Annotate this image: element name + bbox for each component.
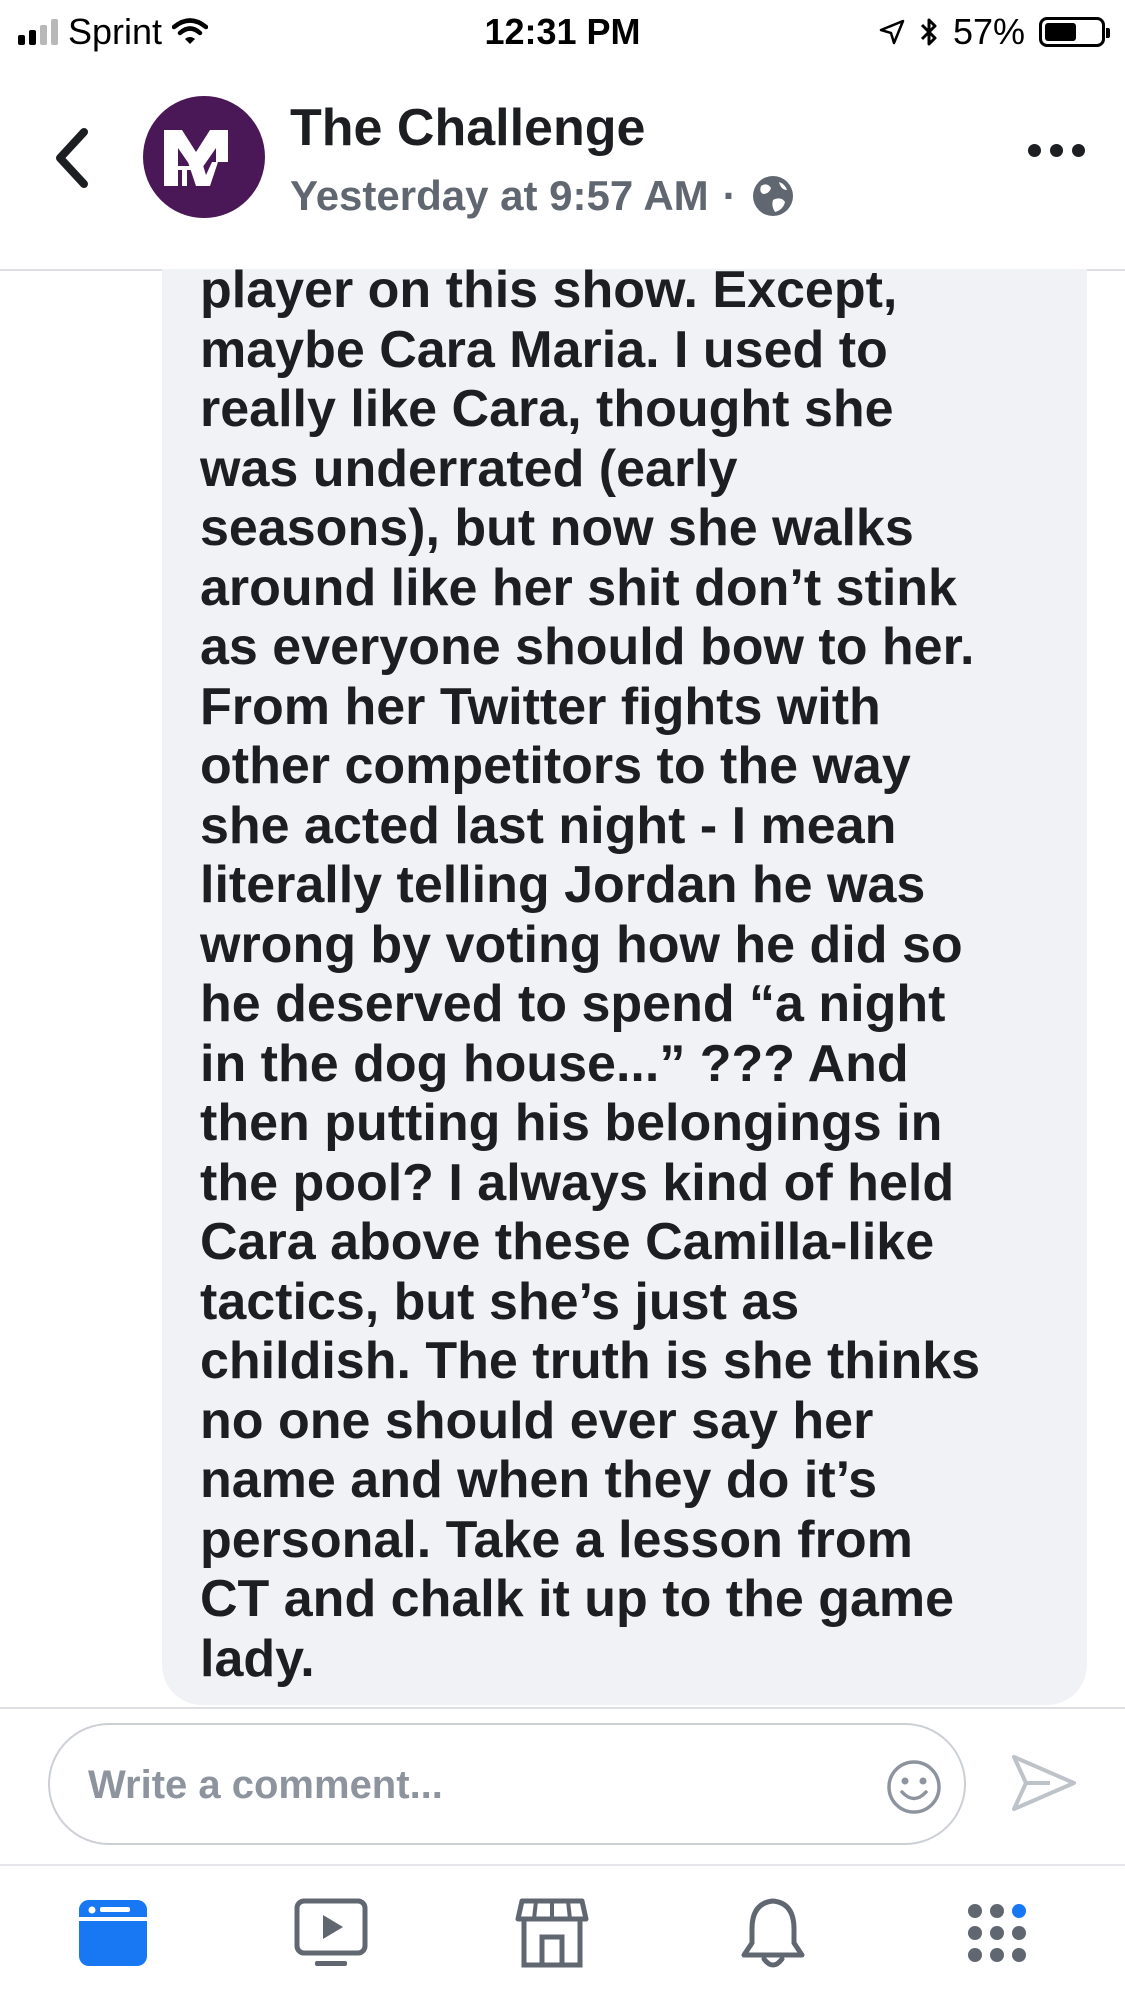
comment-composer <box>48 1723 966 1845</box>
tab-menu[interactable] <box>952 1888 1042 1978</box>
post-meta: Yesterday at 9:57 AM · <box>290 172 795 220</box>
bottom-tab-bar <box>0 1866 1125 2001</box>
comment-text: player on this show. Except, maybe Cara … <box>200 261 981 1688</box>
emoji-icon[interactable] <box>886 1759 942 1815</box>
more-options-icon[interactable] <box>1028 144 1085 157</box>
comment-input[interactable] <box>86 1751 870 1819</box>
meta-separator: · <box>722 172 737 219</box>
comment-bubble: player on this show. Except, maybe Cara … <box>162 261 1087 1705</box>
tab-news-feed[interactable] <box>68 1888 158 1978</box>
battery-percent: 57% <box>952 11 1025 52</box>
divider <box>0 1707 1125 1709</box>
battery-level-fill <box>1045 23 1076 41</box>
news-feed-icon <box>79 1900 147 1966</box>
page-title[interactable]: The Challenge <box>290 98 645 158</box>
post-timestamp[interactable]: Yesterday at 9:57 AM <box>290 172 709 220</box>
page-avatar[interactable] <box>143 96 265 218</box>
status-right: 57% <box>879 8 1110 56</box>
globe-icon <box>752 176 793 216</box>
tab-marketplace[interactable] <box>507 1888 597 1978</box>
marketplace-icon <box>515 1898 589 1968</box>
tab-watch[interactable] <box>286 1888 376 1978</box>
post-header: The Challenge Yesterday at 9:57 AM · <box>0 64 1125 271</box>
battery-icon <box>1039 17 1110 47</box>
mtv-logo-icon <box>164 130 228 186</box>
status-bar: Sprint 12:31 PM 57% <box>0 0 1125 64</box>
location-icon <box>879 19 905 45</box>
notifications-icon <box>741 1898 805 1968</box>
bluetooth-icon <box>920 18 937 46</box>
send-icon[interactable] <box>1010 1752 1078 1814</box>
back-chevron-icon[interactable] <box>48 122 98 194</box>
watch-icon <box>294 1898 368 1966</box>
tab-notifications[interactable] <box>728 1888 818 1978</box>
menu-icon <box>968 1904 1026 1962</box>
